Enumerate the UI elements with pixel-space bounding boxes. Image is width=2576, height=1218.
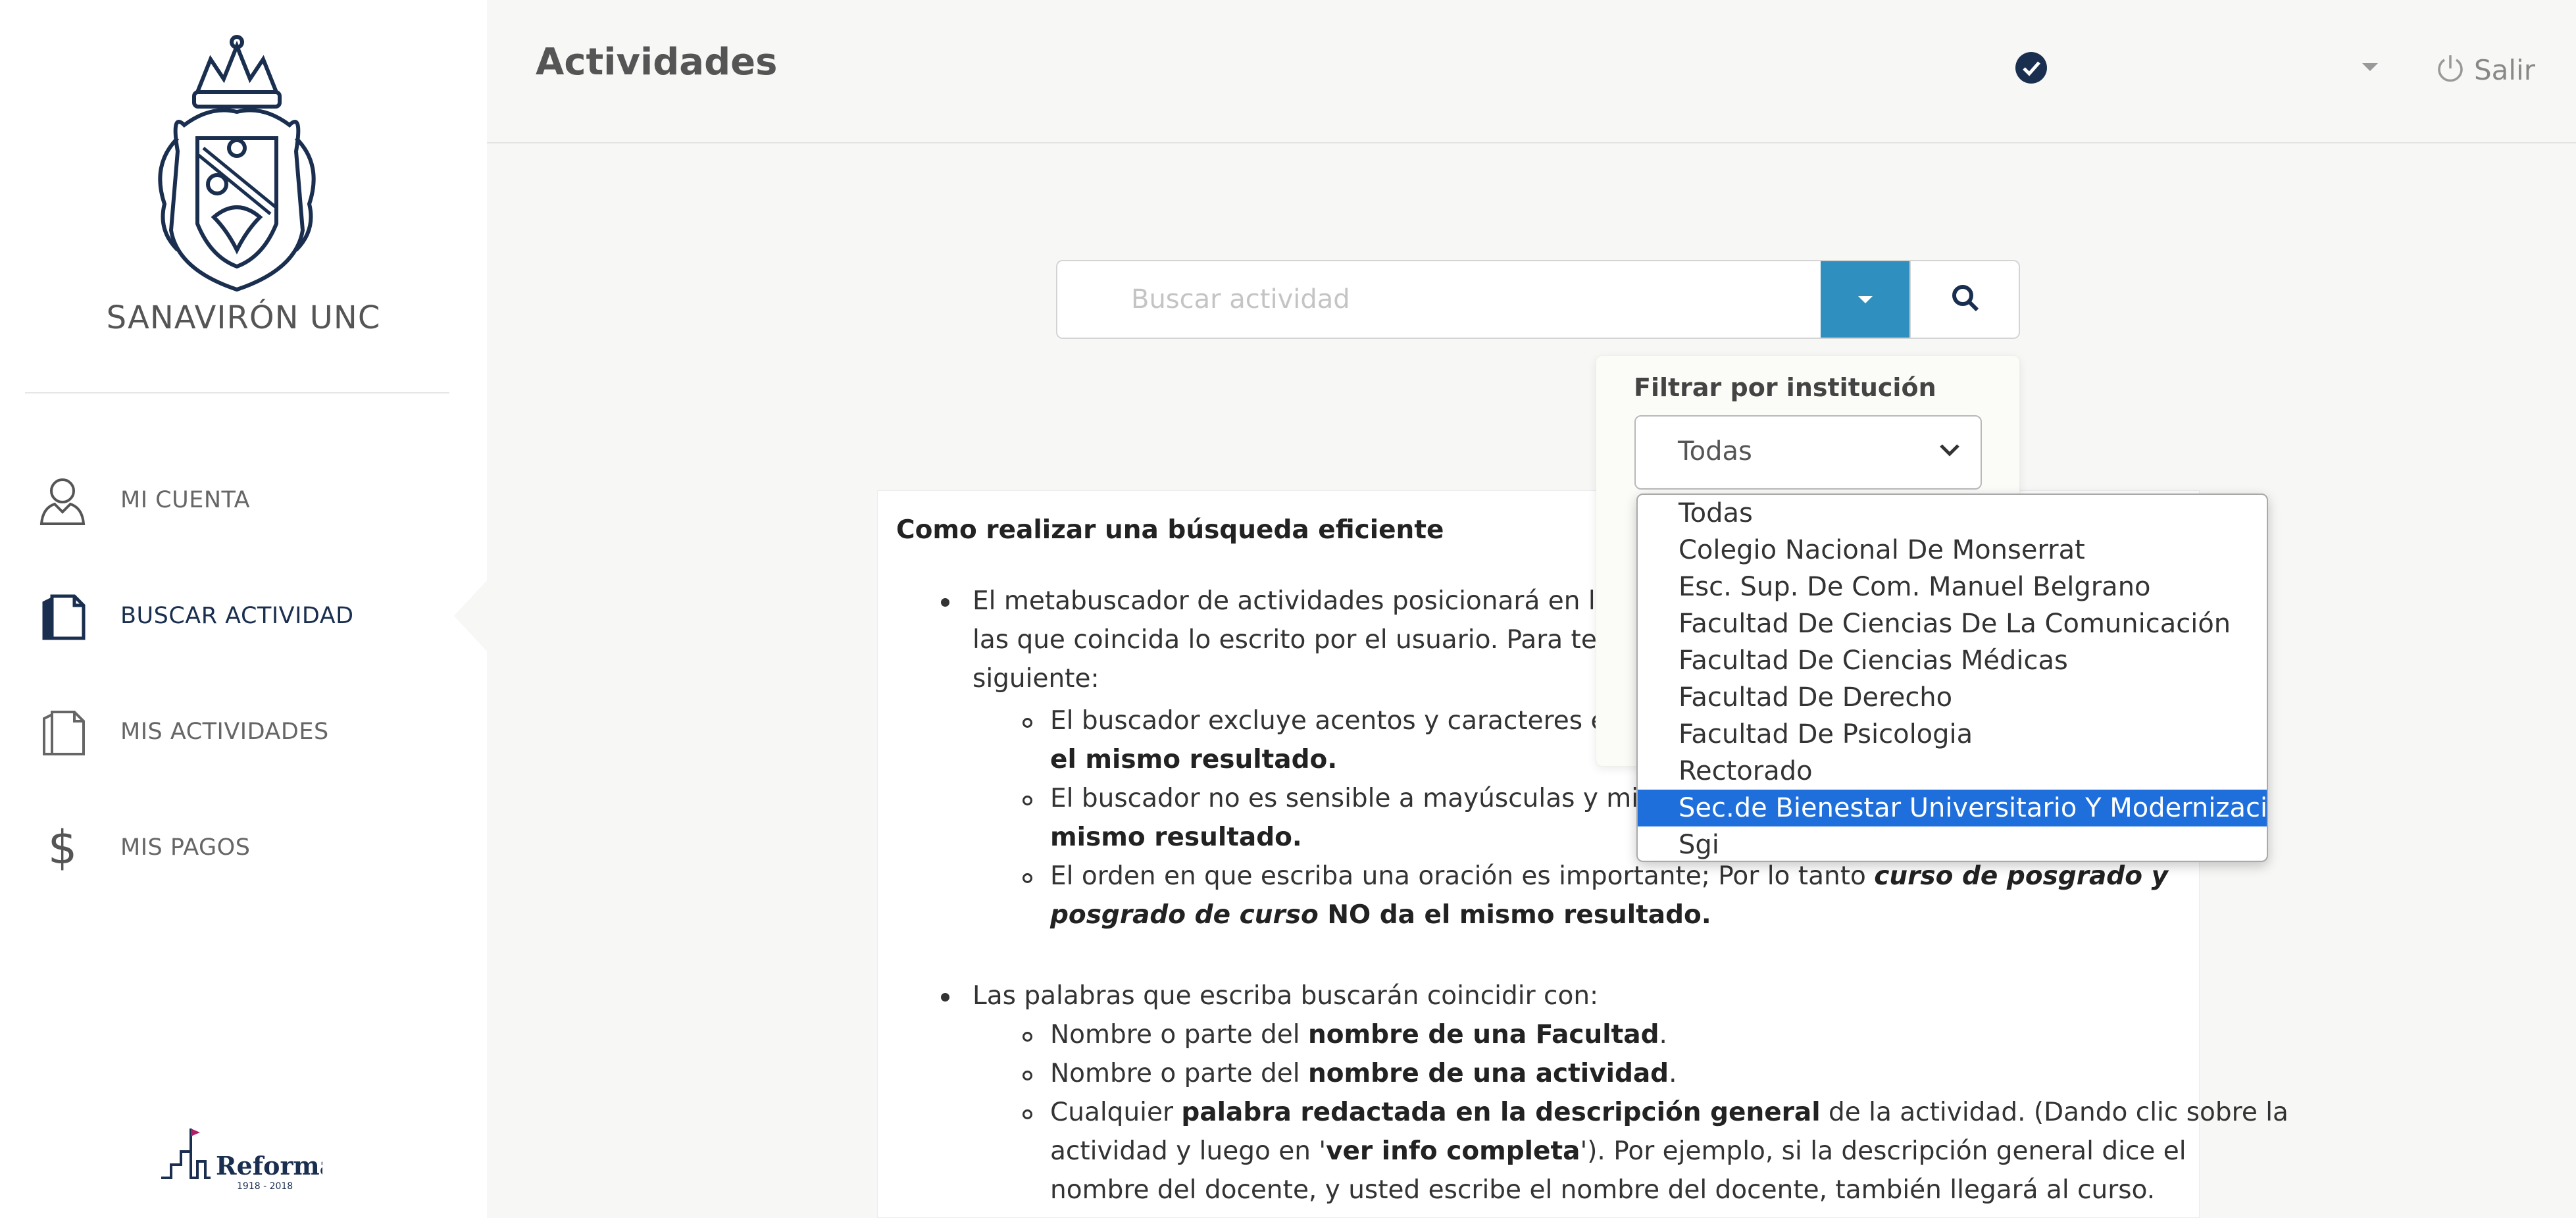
bullet-ring [1023,1032,1032,1042]
dropdown-option[interactable]: Esc. Sup. De Com. Manuel Belgrano [1638,569,2267,605]
caret-down-icon [1857,295,1873,303]
bullet-dot [941,993,949,1002]
dropdown-option[interactable]: Facultad De Psicologia [1638,716,2267,753]
reforma-text: Reforma [216,1151,322,1180]
dropdown-option[interactable]: Todas [1638,495,2267,532]
help-text: actividad y luego en 'ver info completa'… [1050,1132,2186,1171]
university-crest-logo [132,33,342,303]
help-text: El orden en que escriba una oración es i… [1050,857,2168,896]
help-text: El buscador excluye acentos y caracteres… [1050,706,1620,736]
institution-select-value: Todas [1678,436,1752,467]
sidebar-item-mis-pagos[interactable]: $ MIS PAGOS [0,808,487,887]
help-bold: NO da el mismo resultado. [1318,900,1711,930]
dropdown-option[interactable]: Facultad De Ciencias Médicas [1638,642,2267,679]
bullet-dot [941,598,949,607]
help-text-part: de la actividad. (Dando clic sobre la [1820,1098,2288,1127]
verified-check-icon [2015,51,2048,84]
sidebar-item-label: MI CUENTA [120,487,251,513]
dropdown-option[interactable]: Rectorado [1638,753,2267,790]
help-bold: palabra redactada en la descripción gene… [1181,1098,1821,1127]
sidebar-item-label: MIS ACTIVIDADES [120,719,329,745]
logout-label: Salir [2474,53,2536,86]
help-text: Nombre o parte del nombre de una activid… [1050,1054,1677,1093]
search-button[interactable] [1909,261,2019,338]
logout-button[interactable]: Salir [2435,51,2535,88]
help-text: mismo resultado. [1050,818,1302,857]
help-title: Como realizar una búsqueda eficiente [896,515,1444,545]
institution-options-list: Todas Colegio Nacional De Monserrat Esc. S… [1636,494,2268,862]
search-input[interactable] [1057,261,1821,338]
sidebar: SANAVIRÓN UNC MI CUENTA BUSCAR ACTIVIDAD [0,0,488,1218]
help-text: nombre del docente, y usted escribe el n… [1050,1175,2156,1205]
institution-select[interactable]: Todas [1634,415,1982,490]
dropdown-option[interactable]: Colegio Nacional De Monserrat [1638,532,2267,569]
help-text-part: Nombre o parte del [1050,1020,1308,1050]
sidebar-item-mi-cuenta[interactable]: MI CUENTA [0,461,487,540]
help-bold-italic: curso de posgrado y [1874,861,2169,891]
help-text: El buscador no es sensible a mayúsculas … [1050,784,1671,813]
page-title: Actividades [536,41,778,84]
help-bold: ver info completa [1326,1136,1580,1166]
help-text: el mismo resultado. [1050,740,1337,779]
dropdown-option[interactable]: Facultad De Derecho [1638,679,2267,716]
power-icon [2435,53,2466,87]
help-text: siguiente: [972,664,1099,694]
svg-text:$: $ [48,821,78,874]
help-bold: nombre de una actividad [1307,1059,1669,1088]
search-icon [1950,283,1981,316]
user-icon [34,472,91,528]
bullet-ring [1023,1071,1032,1080]
reforma-years: 1918 - 2018 [237,1181,293,1192]
dropdown-option[interactable]: Sec.de Bienestar Universitario Y Moderni… [1638,790,2267,826]
reforma-logo: Reforma 1918 - 2018 [158,1122,336,1194]
help-text-part: El orden en que escriba una oración es i… [1050,861,1875,891]
filter-label: Filtrar por institución [1634,373,1936,402]
help-text: Nombre o parte del nombre de una Faculta… [1050,1015,1667,1054]
help-text: El metabuscador de actividades posiciona… [972,586,1625,616]
help-text: posgrado de curso NO da el mismo resulta… [1050,896,1711,934]
documents-icon [34,588,91,644]
help-text: las que coincida lo escrito por el usuar… [972,625,1629,655]
dropdown-option[interactable]: Sgi [1638,826,2267,861]
help-bold: el mismo resultado. [1050,745,1338,774]
sidebar-item-mis-actividades[interactable]: MIS ACTIVIDADES [0,692,487,771]
top-bar: Actividades Salir [487,0,2576,143]
chevron-down-icon [1938,443,1961,460]
sidebar-item-label: BUSCAR ACTIVIDAD [120,603,354,629]
bullet-ring [1023,796,1032,805]
help-text-part: . [1669,1059,1677,1088]
help-text: Las palabras que escriba buscarán coinci… [972,981,1599,1011]
help-bold: mismo resultado. [1050,823,1302,852]
help-text-part: . [1659,1020,1667,1050]
search-box [1056,260,2020,339]
help-text: Cualquier palabra redactada en la descri… [1050,1093,2288,1132]
sidebar-item-label: MIS PAGOS [120,834,251,861]
help-text-part: Nombre o parte del [1050,1059,1308,1088]
bullet-ring [1023,873,1032,883]
help-text-part: Cualquier [1050,1098,1182,1127]
help-bold: nombre de una Facultad [1307,1020,1659,1050]
search-options-toggle[interactable] [1821,261,1909,338]
documents-icon [34,703,91,760]
dropdown-option[interactable]: Facultad De Ciencias De La Comunicación [1638,605,2267,642]
bullet-ring [1023,718,1032,728]
bullet-ring [1023,1109,1032,1119]
brand-name: SANAVIRÓN UNC [106,299,381,336]
help-bold-italic: posgrado de curso [1050,900,1319,930]
help-text-part: actividad y luego en ' [1050,1136,1326,1166]
sidebar-divider [25,392,449,393]
dollar-icon: $ [34,819,91,876]
active-indicator [454,579,488,653]
sidebar-item-buscar-actividad[interactable]: BUSCAR ACTIVIDAD [0,576,487,655]
user-menu-caret-icon[interactable] [2362,63,2378,71]
help-text-part: '). Por ejemplo, si la descripción gener… [1580,1136,2186,1166]
